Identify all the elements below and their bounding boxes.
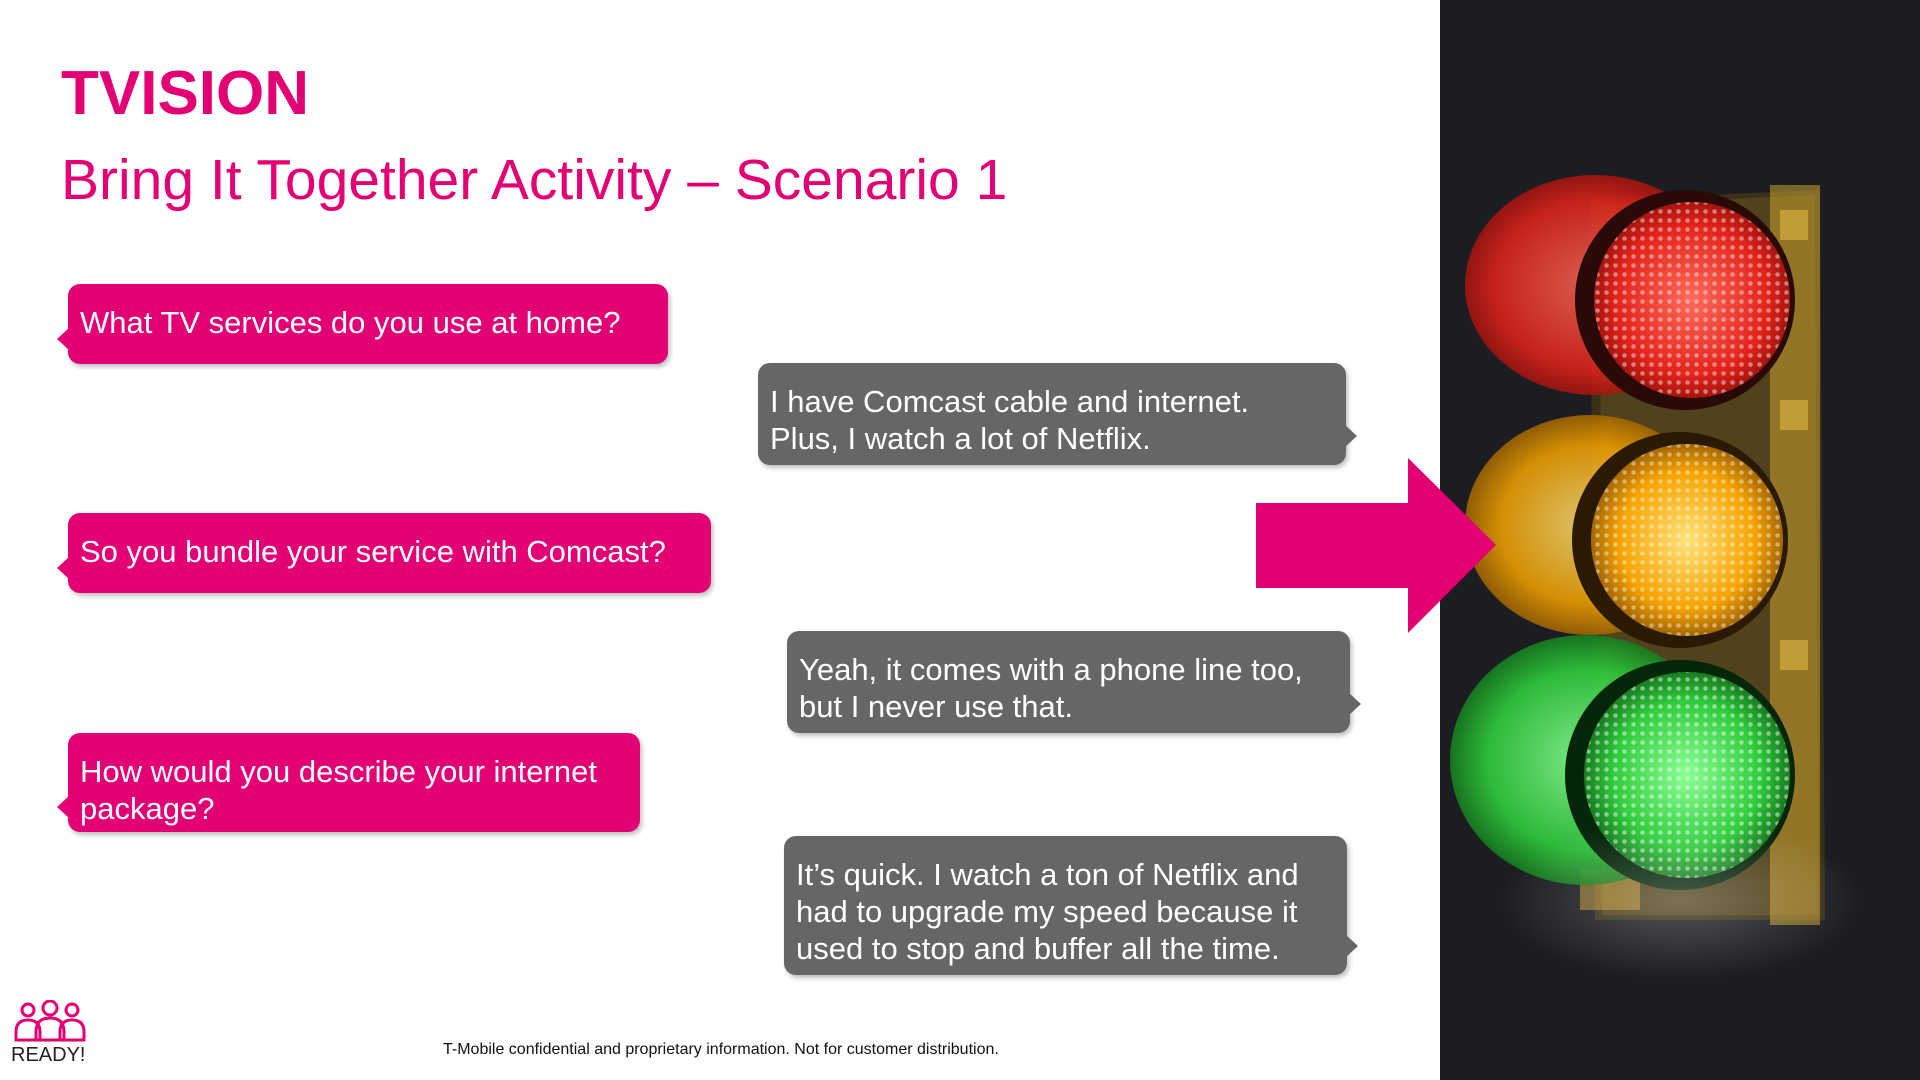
customer-bubble-3: It’s quick. I watch a ton of Netflix and…: [784, 836, 1358, 975]
customer-bubble-2: Yeah, it comes with a phone line too, bu…: [787, 631, 1361, 733]
arrow-right-icon: [1256, 458, 1496, 633]
bubble-line: I have Comcast cable and internet.: [770, 384, 1250, 419]
bubble-line: So you bundle your service with Comcast?: [80, 534, 666, 569]
bubble-line: had to upgrade my speed because it: [796, 894, 1298, 929]
bubble-line: Yeah, it comes with a phone line too,: [799, 652, 1303, 687]
agent-bubble-2: So you bundle your service with Comcast?: [57, 513, 711, 593]
bubble-line: but I never use that.: [799, 689, 1074, 724]
ready-logo-label: READY!: [11, 1044, 86, 1066]
traffic-light-icon: [1450, 175, 1860, 980]
bubble-line: used to stop and buffer all the time.: [796, 931, 1280, 966]
bubble-line: Plus, I watch a lot of Netflix.: [770, 421, 1151, 456]
bubble-line: What TV services do you use at home?: [80, 305, 621, 340]
traffic-light-panel: [1440, 0, 1920, 1080]
agent-bubble-3: How would you describe your internet pac…: [57, 733, 640, 832]
slide-title: TVISION: [61, 59, 310, 128]
bubble-line: How would you describe your internet: [80, 754, 597, 789]
agent-bubble-1: What TV services do you use at home?: [57, 284, 668, 364]
customer-bubble-1: I have Comcast cable and internet. Plus,…: [758, 363, 1357, 465]
slide-subtitle: Bring It Together Activity – Scenario 1: [61, 148, 1008, 212]
confidential-footer: T-Mobile confidential and proprietary in…: [443, 1041, 999, 1058]
bubble-line: It’s quick. I watch a ton of Netflix and: [796, 857, 1299, 892]
bubble-line: package?: [80, 791, 215, 826]
